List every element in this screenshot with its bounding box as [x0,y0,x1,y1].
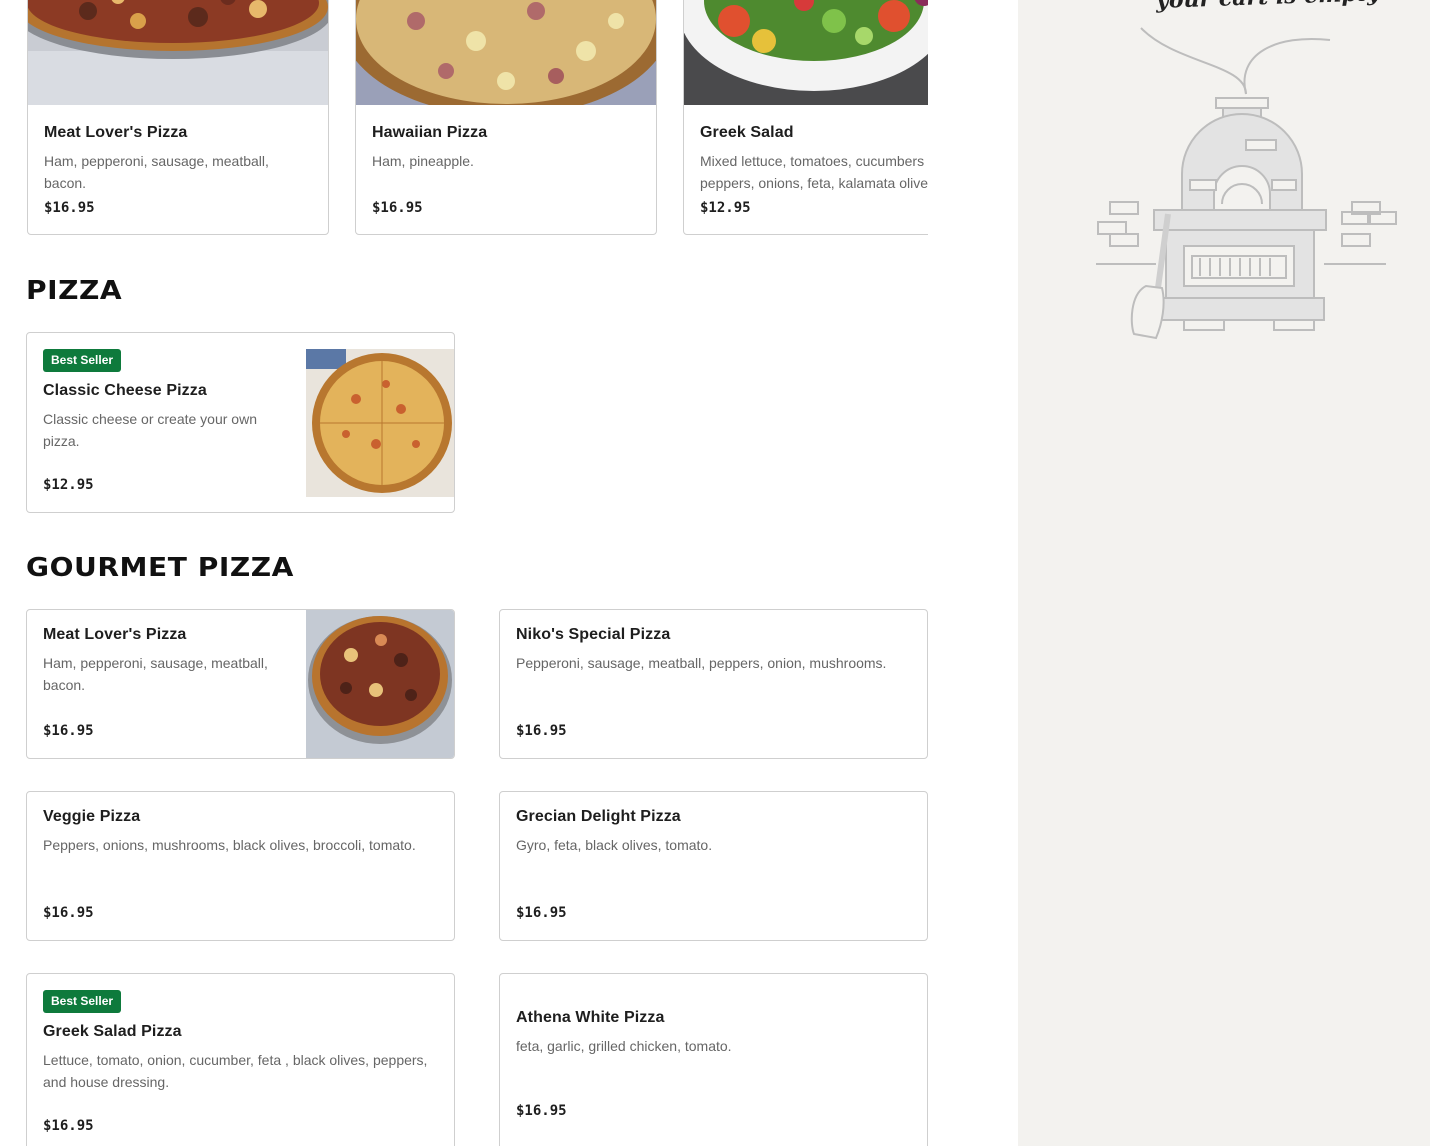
pizza-oven-illustration [1096,24,1416,349]
item-description: Classic cheese or create your own pizza. [43,411,257,449]
menu-main: Meat Lover's Pizza Ham, pepperoni, sausa… [0,0,1018,1146]
item-name: Hawaiian Pizza [372,124,488,141]
item-name: Meat Lover's Pizza [43,626,187,643]
item-name: Grecian Delight Pizza [516,808,681,825]
item-price: $12.95 [43,477,94,493]
item-name: Meat Lover's Pizza [44,124,188,141]
item-price: $16.95 [516,905,567,921]
meat-pizza-photo [306,610,454,758]
item-description: Mixed lettuce, tomatoes, cucumbers peppe… [700,150,928,194]
item-price: $16.95 [372,200,423,216]
item-description: Gyro, feta, black olives, tomato. [516,837,713,853]
item-description: Peppers, onions, mushrooms, black olives… [43,837,416,853]
item-name: Greek Salad Pizza [43,1023,182,1040]
item-description: Ham, pepperoni, sausage, meatball, bacon… [43,655,268,693]
cheese-pizza-photo [306,349,454,497]
hawaiian-pizza-photo [356,0,656,105]
item-description-line: peppers, onions, feta, kalamata olive [700,175,928,191]
item-name: Veggie Pizza [43,808,141,825]
item-price: $16.95 [43,905,94,921]
menu-item-classic-cheese[interactable]: Best Seller Classic Cheese Pizza Classic… [26,332,455,513]
item-description: Lettuce, tomato, onion, cucumber, feta ,… [43,1052,428,1090]
item-description-line: Mixed lettuce, tomatoes, cucumbers [700,153,925,169]
item-description: Ham, pineapple. [372,153,474,169]
menu-item-nikos-special[interactable]: Niko's Special Pizza Pepperoni, sausage,… [499,609,928,759]
item-price: $16.95 [516,1103,567,1119]
featured-carousel[interactable]: Meat Lover's Pizza Ham, pepperoni, sausa… [27,0,928,236]
cart-panel: your cart is empty [1018,0,1430,1146]
item-description: Ham, pepperoni, sausage, meatball, bacon… [44,153,269,191]
item-price: $16.95 [43,1118,94,1134]
menu-item-veggie[interactable]: Veggie Pizza Peppers, onions, mushrooms,… [26,791,455,941]
item-price: $16.95 [44,200,95,216]
item-name: Athena White Pizza [516,1009,665,1026]
item-price: $12.95 [700,200,751,216]
featured-item-meat-lovers[interactable]: Meat Lover's Pizza Ham, pepperoni, sausa… [27,0,329,235]
cart-empty-message: your cart is empty [1156,0,1381,14]
item-description: Pepperoni, sausage, meatball, peppers, o… [516,655,887,671]
item-price: $16.95 [516,723,567,739]
item-name: Niko's Special Pizza [516,626,671,643]
menu-item-athena-white[interactable]: Athena White Pizza feta, garlic, grilled… [499,973,928,1146]
best-seller-badge: Best Seller [43,990,122,1013]
item-price: $16.95 [43,723,94,739]
section-title-gourmet-pizza: GOURMET PIZZA [26,553,294,583]
featured-item-hawaiian[interactable]: Hawaiian Pizza Ham, pineapple. $16.95 [355,0,657,235]
menu-item-greek-salad-pizza[interactable]: Best Seller Greek Salad Pizza Lettuce, t… [26,973,455,1146]
menu-item-grecian-delight[interactable]: Grecian Delight Pizza Gyro, feta, black … [499,791,928,941]
item-name: Greek Salad [700,124,794,141]
item-name: Classic Cheese Pizza [43,382,207,399]
featured-item-greek-salad[interactable]: Greek Salad Mixed lettuce, tomatoes, cuc… [683,0,928,235]
best-seller-badge: Best Seller [43,349,122,372]
menu-item-meat-lovers[interactable]: Meat Lover's Pizza Ham, pepperoni, sausa… [26,609,455,759]
meat-pizza-photo [28,0,328,105]
greek-salad-photo [684,0,928,105]
section-title-pizza: PIZZA [26,276,123,306]
item-description: feta, garlic, grilled chicken, tomato. [516,1038,732,1054]
